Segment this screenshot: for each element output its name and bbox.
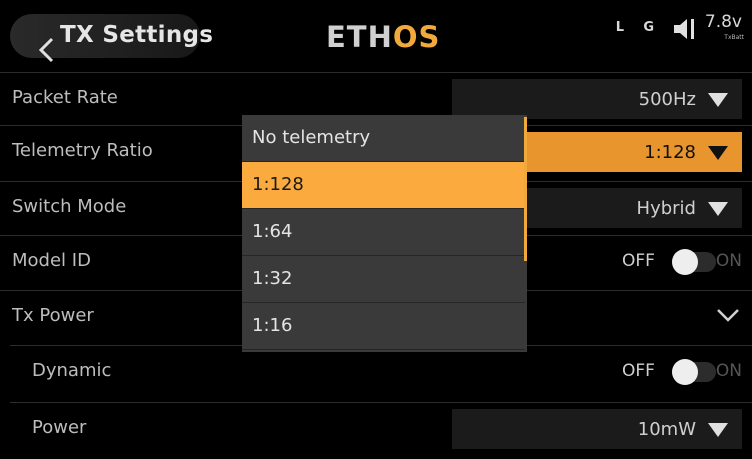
triangle-down-icon xyxy=(708,146,728,160)
battery-label: TxBatt xyxy=(724,34,744,41)
model-id-label: Model ID xyxy=(12,250,91,271)
model-id-toggle[interactable]: OFF ON xyxy=(622,248,742,276)
chevron-down-icon[interactable] xyxy=(716,305,740,325)
dropdown-scrollbar[interactable] xyxy=(524,117,527,261)
power-value: 10mW xyxy=(637,419,696,440)
packet-rate-label: Packet Rate xyxy=(12,87,118,108)
triangle-down-icon xyxy=(708,93,728,107)
dropdown-option-selected[interactable]: 1:128 xyxy=(242,162,525,209)
dynamic-label: Dynamic xyxy=(32,360,112,381)
triangle-down-icon xyxy=(708,202,728,216)
ethos-logo: ETHOS xyxy=(326,20,441,54)
battery-voltage: 7.8v xyxy=(704,12,742,32)
row-power: Power 10mW xyxy=(10,402,752,455)
dynamic-toggle[interactable]: OFF ON xyxy=(622,358,742,386)
toggle-off-label: OFF xyxy=(622,251,655,271)
rx-link-indicator: L xyxy=(615,20,624,35)
dropdown-option[interactable]: 1:64 xyxy=(242,209,525,256)
telemetry-ratio-label: Telemetry Ratio xyxy=(12,140,153,161)
tx-power-label: Tx Power xyxy=(12,305,94,326)
toggle-off-label: OFF xyxy=(622,361,655,381)
page-title: TX Settings xyxy=(60,22,214,48)
header-bar: TX Settings ETHOS L G 7.8v TxBatt xyxy=(0,0,752,72)
triangle-down-icon xyxy=(708,423,728,437)
toggle-knob xyxy=(672,359,698,385)
packet-rate-value: 500Hz xyxy=(638,89,696,110)
toggle-on-label: ON xyxy=(715,251,742,271)
dropdown-option[interactable]: No telemetry xyxy=(242,115,525,162)
toggle-on-label: ON xyxy=(715,361,742,381)
power-label: Power xyxy=(32,417,87,438)
packet-rate-select[interactable]: 500Hz xyxy=(452,79,742,119)
dropdown-option[interactable]: 1:16 xyxy=(242,303,525,350)
dropdown-option[interactable]: 1:32 xyxy=(242,256,525,303)
power-select[interactable]: 10mW xyxy=(452,409,742,449)
gps-indicator: G xyxy=(643,20,654,35)
row-dynamic: Dynamic OFF ON xyxy=(10,345,752,398)
toggle-track xyxy=(672,249,716,275)
toggle-knob xyxy=(672,249,698,275)
toggle-track xyxy=(672,359,716,385)
chevron-left-icon xyxy=(38,37,54,63)
switch-mode-label: Switch Mode xyxy=(12,196,127,217)
speaker-icon[interactable] xyxy=(672,16,700,42)
switch-mode-value: Hybrid xyxy=(636,198,696,219)
telemetry-ratio-value: 1:128 xyxy=(644,142,696,163)
telemetry-ratio-dropdown: No telemetry 1:128 1:64 1:32 1:16 xyxy=(242,115,527,352)
